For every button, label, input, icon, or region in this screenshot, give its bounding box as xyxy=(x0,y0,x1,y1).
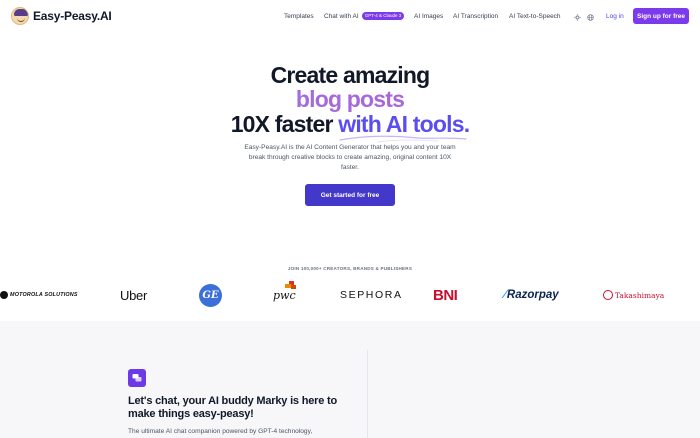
hero-title-line-1: Create amazing xyxy=(270,62,431,88)
logo-ge: GE xyxy=(199,283,222,307)
theme-toggle-icon[interactable] xyxy=(572,12,582,22)
logo-razorpay: ⁄ Razorpay xyxy=(504,283,559,307)
chat-bubble-icon xyxy=(128,369,146,387)
social-proof-heading: JOIN 100,000+ CREATORS, BRANDS & PUBLISH… xyxy=(287,266,413,271)
logo-uber: Uber xyxy=(120,287,147,303)
hero-description: Easy-Peasy.AI is the AI Content Generato… xyxy=(244,144,456,171)
logo-pwc: pwc xyxy=(273,281,296,307)
nav-ai-text-to-speech[interactable]: AI Text-to-Speech xyxy=(509,11,561,23)
pwc-mark-icon xyxy=(285,281,296,289)
site-header: Easy-Peasy.AI Templates Chat with AI GPT-… xyxy=(0,0,700,34)
mascot-logo-icon xyxy=(11,7,29,25)
logo-razorpay-text: Razorpay xyxy=(506,289,559,301)
logo-takashimaya-text: Takashimaya xyxy=(615,290,665,300)
logo-motorola: MOTOROLA SOLUTIONS xyxy=(0,283,78,307)
nav-ai-transcription[interactable]: AI Transcription xyxy=(453,11,498,23)
razorpay-mark-icon: ⁄ xyxy=(504,289,506,301)
get-started-button[interactable]: Get started for free xyxy=(305,184,395,206)
logo-bni: BNI xyxy=(433,286,458,304)
logo-takashimaya: Takashimaya xyxy=(603,283,664,307)
nav-chat-label: Chat with AI xyxy=(324,13,359,20)
brand-logo[interactable]: Easy-Peasy.AI xyxy=(11,7,112,25)
hero-title-plain: 10X faster xyxy=(230,111,339,137)
nav-ai-images[interactable]: AI Images xyxy=(414,11,443,23)
hero-title-line-2: blog posts xyxy=(0,86,700,113)
logo-motorola-text: MOTOROLA SOLUTIONS xyxy=(10,292,78,298)
nav-chat-with-ai[interactable]: Chat with AI GPT-4 & Claude 3 xyxy=(324,11,405,23)
language-globe-icon[interactable] xyxy=(585,12,595,22)
logo-sephora: SEPHORA xyxy=(340,289,403,301)
takashimaya-seal-icon xyxy=(603,290,613,300)
nav-templates[interactable]: Templates xyxy=(284,11,314,23)
feature-section xyxy=(0,321,700,438)
section-divider xyxy=(367,350,368,438)
ge-monogram: GE xyxy=(199,283,222,307)
feature-title: Let's chat, your AI buddy Marky is here … xyxy=(128,395,337,420)
motorola-mark-icon xyxy=(0,291,8,299)
brand-name: Easy-Peasy.AI xyxy=(33,9,112,23)
feature-description: The ultimate AI chat companion powered b… xyxy=(128,428,313,435)
login-link[interactable]: Log in xyxy=(606,11,624,23)
model-badge: GPT-4 & Claude 3 xyxy=(361,12,405,21)
signup-button[interactable]: Sign up for free xyxy=(633,8,689,24)
